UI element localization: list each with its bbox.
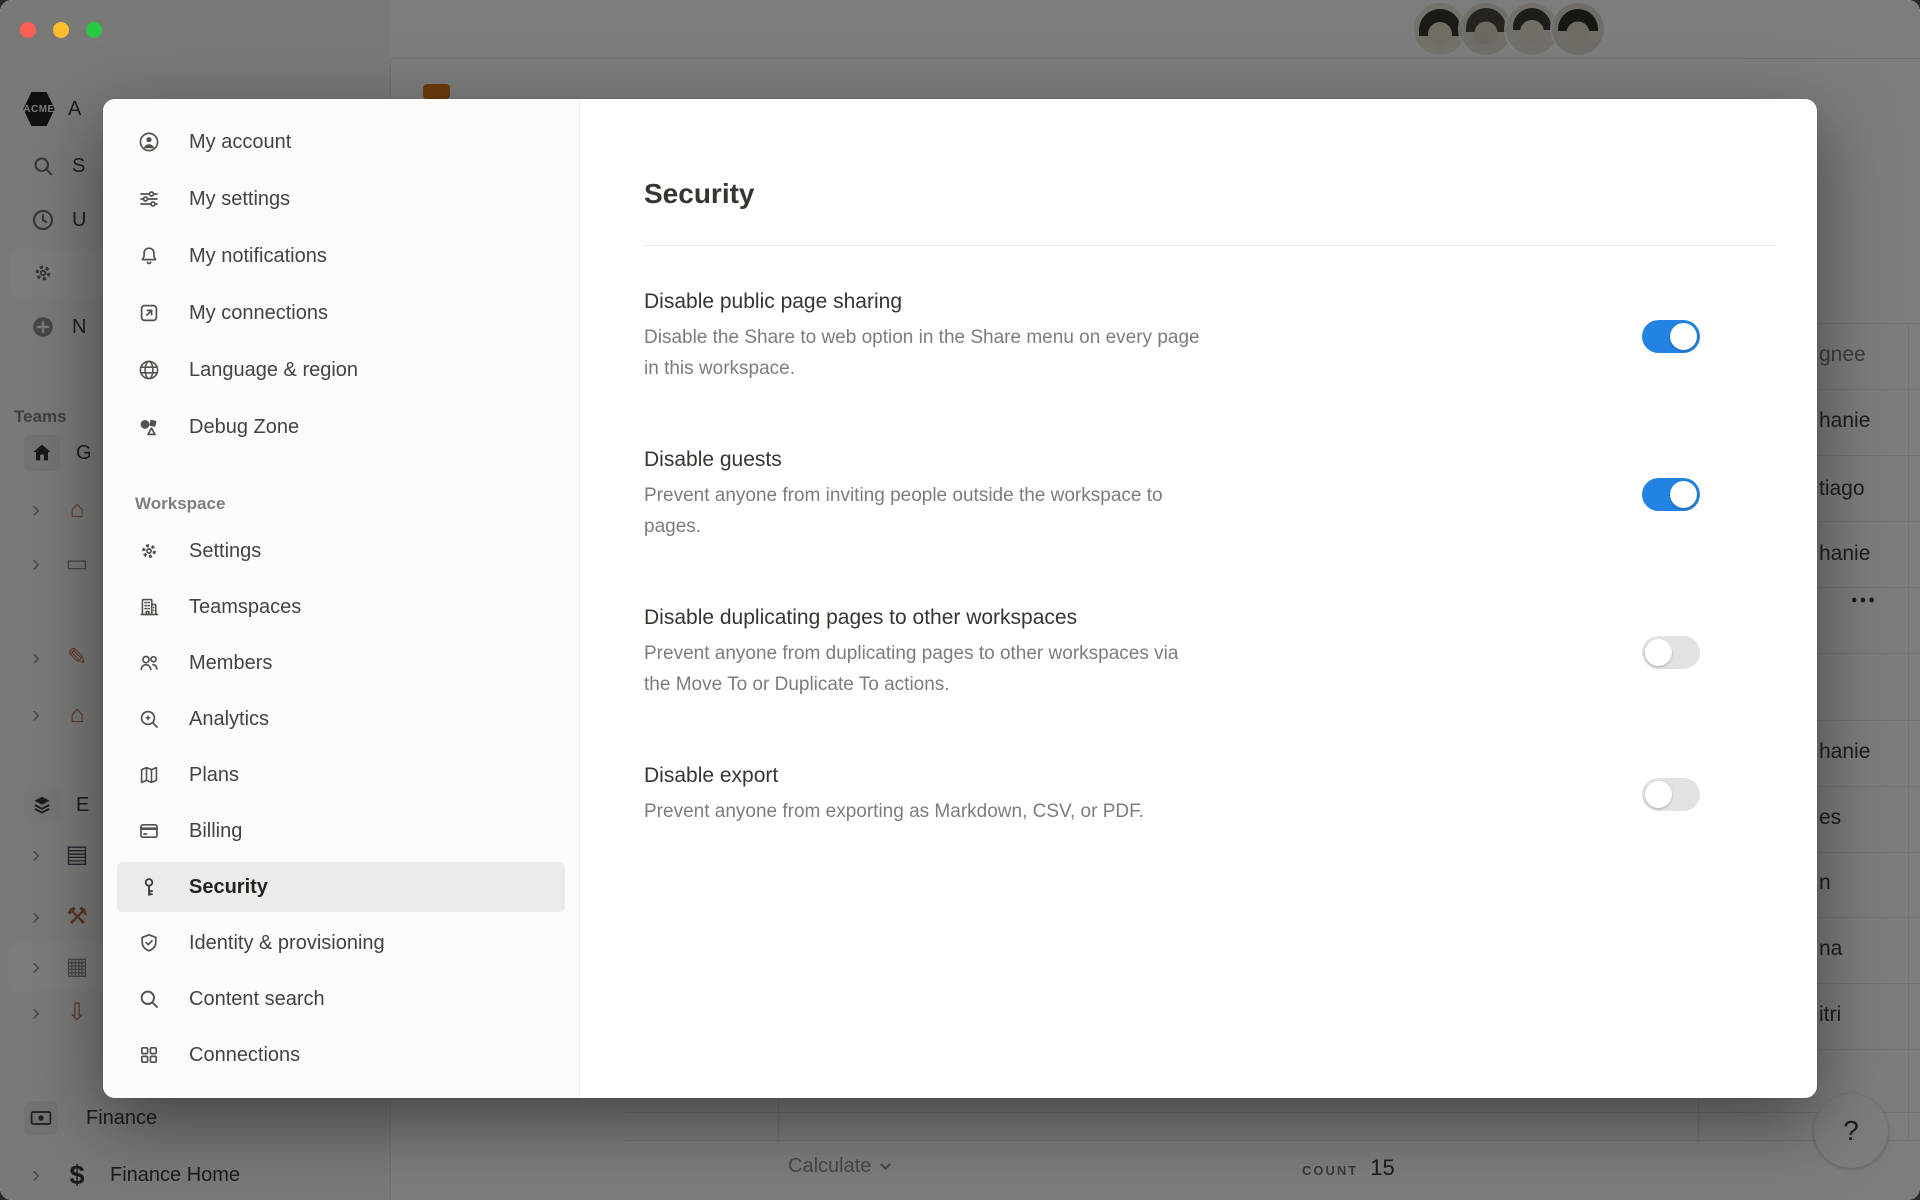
settings-nav-my-connections[interactable]: My connections <box>117 288 565 338</box>
arrow-up-right-square-icon <box>137 301 161 325</box>
bell-icon <box>137 244 161 268</box>
setting-title: Disable duplicating pages to other works… <box>644 604 1178 631</box>
setting-description: Disable the Share to web option in the S… <box>644 322 1200 384</box>
settings-modal-content: Security Disable public page sharing Dis… <box>580 99 1817 1098</box>
settings-modal: My account My settings My notifications … <box>103 99 1817 1098</box>
globe-icon <box>137 358 161 382</box>
settings-nav-my-account[interactable]: My account <box>117 117 565 167</box>
gear-icon <box>137 539 161 563</box>
toggle-disable-export[interactable] <box>1642 778 1700 811</box>
settings-nav-my-notifications[interactable]: My notifications <box>117 231 565 281</box>
zoom-window-button[interactable] <box>86 22 102 38</box>
settings-nav-my-settings[interactable]: My settings <box>117 174 565 224</box>
grid-icon <box>137 1043 161 1067</box>
setting-row-disable-export: Disable export Prevent anyone from expor… <box>644 762 1776 827</box>
window-controls <box>20 22 102 38</box>
magnifier-sparkle-icon <box>137 707 161 731</box>
setting-title: Disable guests <box>644 446 1163 473</box>
key-icon <box>137 875 161 899</box>
workspace-section-header: Workspace <box>103 490 579 518</box>
settings-nav-analytics[interactable]: Analytics <box>117 694 565 744</box>
setting-title: Disable export <box>644 762 1144 789</box>
settings-nav-workspace-settings[interactable]: Settings <box>117 526 565 576</box>
shapes-icon <box>137 415 161 439</box>
settings-nav-debug-zone[interactable]: Debug Zone <box>117 402 565 452</box>
close-window-button[interactable] <box>20 22 36 38</box>
notion-app-window: ACME A S U S N Teams <box>0 0 1920 1200</box>
settings-nav-members[interactable]: Members <box>117 638 565 688</box>
shield-check-icon <box>137 931 161 955</box>
setting-row-public-page-sharing: Disable public page sharing Disable the … <box>644 288 1776 384</box>
setting-row-disable-guests: Disable guests Prevent anyone from invit… <box>644 446 1776 542</box>
toggle-disable-duplicating[interactable] <box>1642 636 1700 669</box>
settings-nav-content-search[interactable]: Content search <box>117 974 565 1024</box>
setting-row-disable-duplicating: Disable duplicating pages to other works… <box>644 604 1776 700</box>
setting-description: Prevent anyone from duplicating pages to… <box>644 638 1178 700</box>
map-icon <box>137 763 161 787</box>
person-circle-icon <box>137 130 161 154</box>
settings-nav-language-region[interactable]: Language & region <box>117 345 565 395</box>
minimize-window-button[interactable] <box>53 22 69 38</box>
toggle-disable-public-page-sharing[interactable] <box>1642 320 1700 353</box>
people-icon <box>137 651 161 675</box>
sliders-icon <box>137 187 161 211</box>
setting-description: Prevent anyone from inviting people outs… <box>644 480 1163 542</box>
settings-nav-identity-provisioning[interactable]: Identity & provisioning <box>117 918 565 968</box>
setting-description: Prevent anyone from exporting as Markdow… <box>644 796 1144 827</box>
page-title: Security <box>644 177 1817 211</box>
settings-nav-connections[interactable]: Connections <box>117 1030 565 1080</box>
building-icon <box>137 595 161 619</box>
divider <box>644 245 1776 246</box>
toggle-disable-guests[interactable] <box>1642 478 1700 511</box>
setting-title: Disable public page sharing <box>644 288 1200 315</box>
settings-modal-sidebar: My account My settings My notifications … <box>103 99 580 1098</box>
settings-nav-plans[interactable]: Plans <box>117 750 565 800</box>
settings-nav-teamspaces[interactable]: Teamspaces <box>117 582 565 632</box>
magnifier-icon <box>137 987 161 1011</box>
credit-card-icon <box>137 819 161 843</box>
settings-nav-security[interactable]: Security <box>117 862 565 912</box>
settings-nav-billing[interactable]: Billing <box>117 806 565 856</box>
